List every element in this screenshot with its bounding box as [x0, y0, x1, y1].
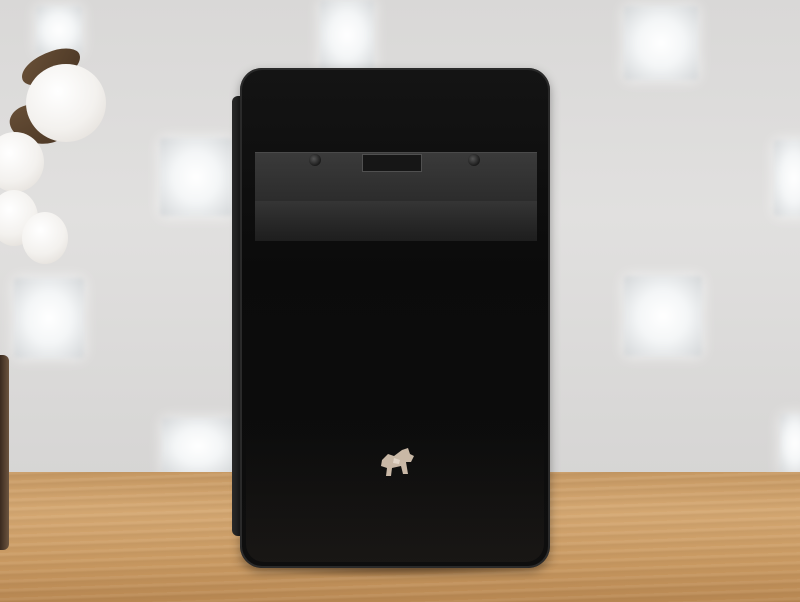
cotton-boll [22, 212, 68, 264]
wall-window-block [320, 0, 374, 70]
projector-body [240, 68, 550, 568]
cotton-boll [26, 64, 106, 142]
product-photo [0, 0, 800, 602]
wall-window-block [774, 140, 800, 216]
wall-window-block [624, 276, 702, 356]
terrier-dog-icon [381, 448, 414, 476]
wall-window-block [162, 418, 234, 474]
wall-window-block [36, 6, 82, 54]
wall-window-block [780, 414, 800, 472]
wall-window-block [624, 6, 698, 80]
sensor-icon [468, 154, 480, 166]
camera-slot [362, 154, 422, 172]
vase [0, 355, 9, 550]
wall-window-block [14, 278, 84, 358]
wall-window-block [160, 138, 232, 216]
sensor-icon [309, 154, 321, 166]
